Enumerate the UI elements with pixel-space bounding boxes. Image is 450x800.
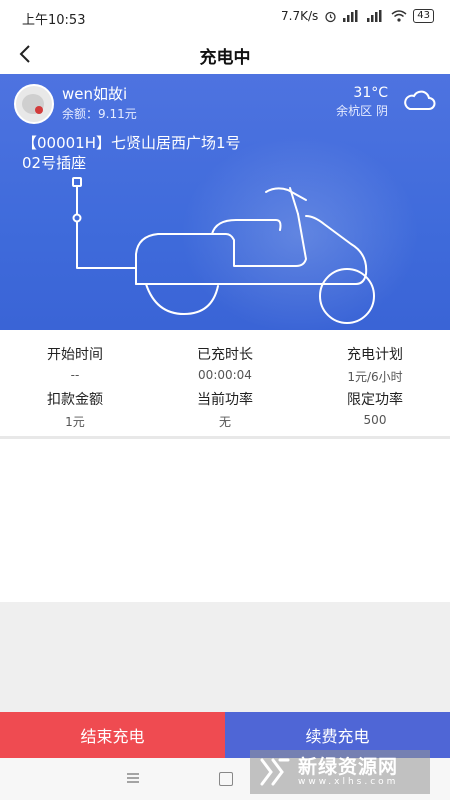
cloud-icon — [404, 90, 436, 110]
menu-icon[interactable] — [126, 772, 140, 784]
watermark-title: 新绿资源网 — [298, 755, 399, 778]
watermark-texts: 新绿资源网 www.xlhs.com — [298, 757, 398, 788]
page-title: 充电中 — [199, 48, 251, 68]
info-charged-duration: 已充时长 00:00:04 — [150, 344, 300, 382]
content-background — [0, 602, 450, 712]
content-area — [0, 439, 450, 602]
info-current-power: 当前功率 无 — [150, 389, 300, 430]
user-name: wen如故i — [62, 85, 128, 103]
info-value: 1元 — [65, 415, 85, 429]
info-value: 00:00:04 — [198, 368, 252, 382]
weather-location: 余杭区 阴 — [336, 104, 388, 118]
weather-temperature: 31°C — [353, 85, 388, 101]
navigation-bar: 充电中 — [0, 34, 450, 74]
status-bar: 上午10:53 7.7K/s 43 — [0, 0, 450, 34]
network-speed: 7.7K/s — [281, 9, 319, 23]
info-value: 500 — [363, 413, 387, 427]
station-address: 【00001H】七贤山居西广场1号 — [22, 134, 241, 152]
avatar — [14, 84, 54, 124]
user-balance: 余额：9.11元 — [62, 107, 137, 121]
charging-hero-card: wen如故i 余额：9.11元 31°C 余杭区 阴 【00001H】七贤山居西… — [0, 74, 450, 330]
info-label: 限定功率 — [347, 392, 403, 408]
end-charge-button[interactable]: 结束充电 — [0, 712, 225, 758]
watermark-url: www.xlhs.com — [298, 776, 399, 787]
ebike-illustration — [72, 177, 375, 324]
info-value: -- — [70, 368, 80, 382]
info-label: 充电计划 — [347, 347, 403, 363]
info-label: 已充时长 — [197, 347, 253, 363]
alarm-icon — [325, 11, 336, 22]
wifi-icon — [391, 10, 407, 22]
info-label: 扣款金额 — [47, 392, 103, 408]
info-deduction-amount: 扣款金额 1元 — [0, 389, 150, 430]
info-start-time: 开始时间 -- — [0, 344, 150, 382]
info-label: 当前功率 — [197, 392, 253, 408]
status-time: 上午10:53 — [22, 13, 86, 28]
watermark: 新绿资源网 www.xlhs.com — [250, 750, 430, 794]
info-power-limit: 限定功率 500 — [300, 389, 450, 427]
info-value: 无 — [218, 415, 231, 429]
info-charge-plan: 充电计划 1元/6小时 — [300, 344, 450, 385]
home-icon[interactable] — [219, 772, 233, 786]
charging-info-grid: 开始时间 -- 已充时长 00:00:04 充电计划 1元/6小时 扣款金额 1… — [0, 330, 450, 436]
status-indicators: 7.7K/s 43 — [281, 9, 434, 23]
info-value: 1元/6小时 — [347, 370, 403, 384]
signal-icon — [343, 10, 358, 22]
info-label: 开始时间 — [47, 347, 103, 363]
battery-indicator: 43 — [413, 9, 434, 23]
watermark-logo-icon — [260, 758, 290, 786]
signal-icon-2 — [367, 10, 382, 22]
socket-number: 02号插座 — [22, 154, 87, 172]
